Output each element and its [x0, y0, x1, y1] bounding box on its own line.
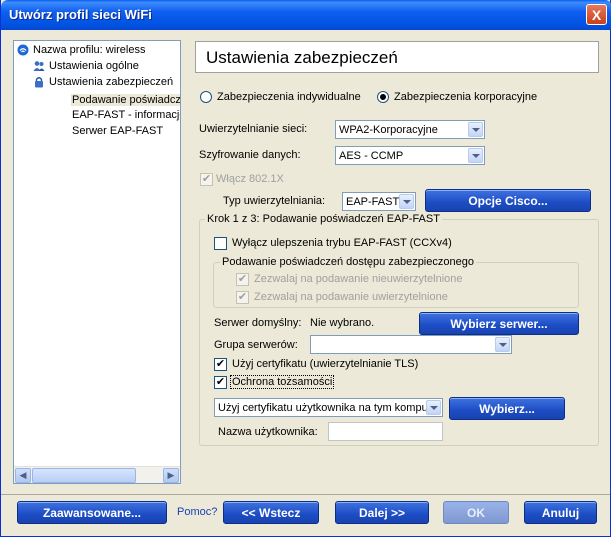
disable-enhancements-checkbox[interactable]: [214, 237, 227, 250]
allow-unauth-label: Zezwalaj na podawanie nieuwierzytelnione: [254, 273, 463, 285]
dialog-window: Utwórz profil sieci WiFi X Nazwa profilu…: [0, 0, 611, 537]
username-label: Nazwa użytkownika:: [218, 426, 318, 438]
tree-item-label: Podawanie poświadcze: [72, 94, 180, 106]
wifi-icon: [17, 44, 29, 56]
tree-item-eap-fast-info[interactable]: EAP-FAST - informacje: [72, 109, 180, 121]
select-server-button[interactable]: Wybierz serwer...: [419, 312, 579, 335]
data-encryption-label: Szyfrowanie danych:: [199, 149, 301, 161]
navigation-tree: Nazwa profilu: wireless Ustawienia ogóln…: [13, 40, 181, 484]
server-group-label: Grupa serwerów:: [214, 339, 298, 351]
identity-protection-checkbox[interactable]: ✔: [214, 376, 227, 389]
help-link[interactable]: Pomoc?: [177, 506, 217, 518]
select-value: WPA2-Korporacyjne: [339, 123, 438, 136]
radio-label: Zabezpieczenia korporacyjne: [394, 91, 538, 103]
chevron-down-icon[interactable]: [468, 122, 483, 137]
tree-item-eap-fast-server[interactable]: Serwer EAP-FAST: [72, 125, 163, 137]
enable-8021x-label: Włącz 802.1X: [216, 173, 284, 185]
window-title: Utwórz profil sieci WiFi: [9, 7, 152, 22]
users-icon: [33, 61, 45, 71]
auth-type-label: Typ uwierzytelniania:: [223, 195, 326, 207]
radio-individual-security[interactable]: Zabezpieczenia indywidualne: [200, 91, 361, 103]
select-value: EAP-FAST: [346, 195, 400, 208]
username-input[interactable]: [328, 422, 443, 441]
allow-auth-label: Zezwalaj na podawanie uwierzytelnione: [254, 291, 448, 303]
default-server-value: Nie wybrano.: [310, 317, 375, 329]
network-auth-select[interactable]: WPA2-Korporacyjne: [335, 120, 485, 139]
enable-8021x-checkbox[interactable]: ✔: [200, 173, 213, 186]
network-auth-label: Uwierzytelnianie sieci:: [199, 123, 308, 135]
cancel-button[interactable]: Anuluj: [524, 501, 597, 524]
disable-enhancements-label: Wyłącz ulepszenia trybu EAP-FAST (CCXv4): [232, 237, 452, 249]
select-value: Użyj certyfikatu użytkownika na tym komp…: [218, 401, 431, 414]
tree-item-label: Serwer EAP-FAST: [72, 125, 164, 137]
scroll-left-arrow-icon[interactable]: ◀: [15, 468, 31, 483]
advanced-button[interactable]: Zaawansowane...: [17, 501, 167, 524]
tree-item-general-settings[interactable]: Ustawienia ogólne: [33, 60, 139, 72]
chevron-down-icon[interactable]: [468, 148, 483, 163]
select-certificate-button[interactable]: Wybierz...: [449, 397, 565, 420]
section-header: Ustawienia zabezpieczeń: [195, 41, 599, 73]
close-button[interactable]: X: [586, 4, 607, 25]
chevron-down-icon[interactable]: [495, 337, 510, 352]
auth-type-select[interactable]: EAP-FAST: [342, 192, 416, 211]
radio-button[interactable]: [200, 91, 212, 103]
tree-item-security-settings[interactable]: Ustawienia zabezpieczeń: [33, 76, 173, 88]
radio-label: Zabezpieczenia indywidualne: [217, 91, 361, 103]
lock-icon: [35, 77, 43, 88]
use-certificate-checkbox[interactable]: ✔: [214, 358, 227, 371]
scroll-right-arrow-icon[interactable]: ▶: [163, 468, 179, 483]
step-legend: Krok 1 z 3: Podawanie poświadczeń EAP-FA…: [205, 213, 442, 225]
tree-item-profile-name[interactable]: Nazwa profilu: wireless: [17, 44, 145, 56]
use-certificate-label: Użyj certyfikatu (uwierzytelnianie TLS): [232, 358, 419, 370]
cisco-options-button[interactable]: Opcje Cisco...: [425, 189, 591, 212]
footer-separator: [1, 494, 610, 495]
identity-protection-label: Ochrona tożsamości: [230, 375, 335, 389]
title-bar[interactable]: Utwórz profil sieci WiFi X: [1, 0, 611, 30]
radio-corporate-security[interactable]: Zabezpieczenia korporacyjne: [377, 91, 537, 103]
radio-button[interactable]: [377, 91, 389, 103]
default-server-label: Serwer domyślny:: [214, 317, 302, 329]
allow-unauth-checkbox[interactable]: ✔: [236, 273, 249, 286]
tree-horizontal-scrollbar[interactable]: ◀ ▶: [14, 466, 180, 483]
page-title: Ustawienia zabezpieczeń: [206, 48, 398, 67]
select-value: AES - CCMP: [339, 149, 404, 162]
ok-button[interactable]: OK: [443, 501, 509, 524]
tree-item-label: Ustawienia ogólne: [49, 60, 139, 72]
back-button[interactable]: << Wstecz: [223, 501, 319, 524]
certificate-source-select[interactable]: Użyj certyfikatu użytkownika na tym komp…: [214, 398, 443, 417]
server-group-select[interactable]: [310, 335, 512, 354]
provisioning-legend: Podawanie poświadczeń dostępu zabezpiecz…: [220, 256, 476, 268]
close-icon: X: [591, 6, 602, 23]
chevron-down-icon[interactable]: [399, 194, 414, 209]
tree-item-credential-provisioning[interactable]: Podawanie poświadcze: [71, 94, 180, 106]
tree-item-label: Ustawienia zabezpieczeń: [49, 76, 174, 88]
next-button[interactable]: Dalej >>: [335, 501, 429, 524]
allow-auth-checkbox[interactable]: ✔: [236, 291, 249, 304]
chevron-down-icon[interactable]: [426, 400, 441, 415]
tree-item-label: Nazwa profilu: wireless: [33, 44, 146, 56]
scrollbar-thumb[interactable]: [32, 468, 136, 483]
tree-item-label: EAP-FAST - informacje: [72, 109, 180, 121]
data-encryption-select[interactable]: AES - CCMP: [335, 146, 485, 165]
